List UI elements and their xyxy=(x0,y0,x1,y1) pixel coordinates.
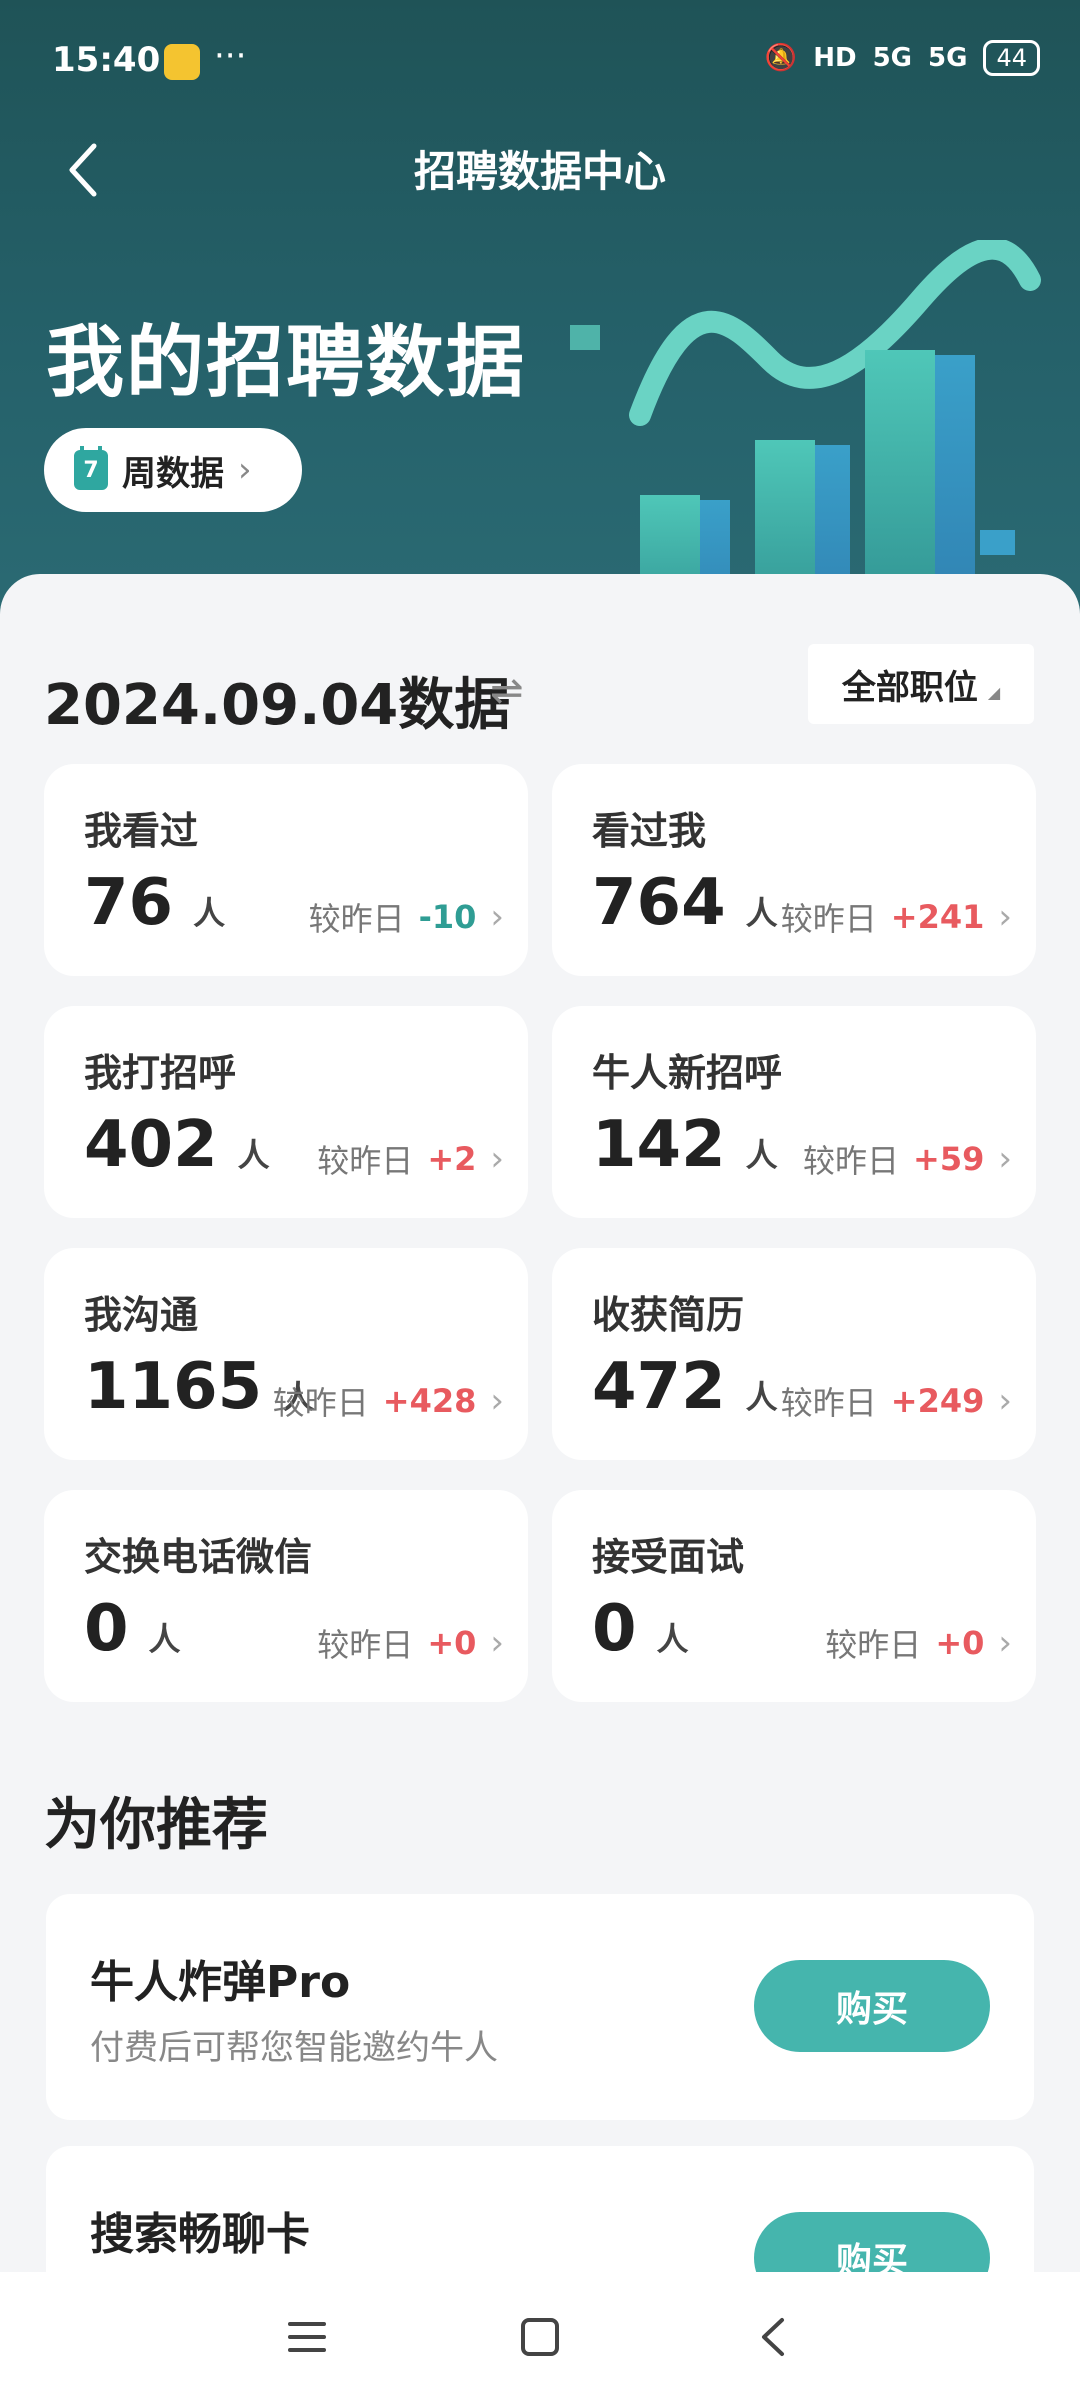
stat-value: 402 人 xyxy=(84,1108,270,1182)
chevron-right-icon: › xyxy=(998,1381,1012,1421)
stat-label: 看过我 xyxy=(592,809,707,853)
stat-value: 76 人 xyxy=(84,866,226,940)
stat-compare: 较昨日 +2 › xyxy=(317,1139,504,1180)
header-hero: 15:40 ··· 🔕 HD 5G 5G 44 招聘数据中心 我的招聘数据 7 … xyxy=(0,0,1080,640)
app-notification-icon xyxy=(164,44,200,80)
calendar-icon: 7 xyxy=(74,446,108,490)
product-name: 搜索畅聊卡 xyxy=(90,2209,310,2260)
stat-delta: +249 xyxy=(890,1382,985,1420)
stat-card-viewed[interactable]: 我看过 76 人 较昨日 -10 › xyxy=(44,764,528,976)
stat-value: 764 人 xyxy=(592,866,778,940)
recommend-card[interactable]: 牛人炸弹Pro 付费后可帮您智能邀约牛人 购买 xyxy=(46,1894,1034,2120)
stat-delta: -10 xyxy=(418,898,477,936)
chevron-right-icon: › xyxy=(998,897,1012,937)
stat-label: 我打招呼 xyxy=(84,1051,237,1095)
triangle-down-icon: ◢ xyxy=(987,682,1001,702)
signal-5g-icon: 5G xyxy=(872,43,913,73)
stat-value: 472 人 xyxy=(592,1350,778,1424)
hd-icon: HD xyxy=(813,43,857,73)
date-label: 2024.09.04数据 xyxy=(44,673,511,738)
stat-compare: 较昨日 +249 › xyxy=(780,1381,1012,1422)
stat-compare: 较昨日 +428 › xyxy=(272,1381,504,1422)
chevron-right-icon: › xyxy=(998,1623,1012,1663)
battery-icon: 44 xyxy=(983,40,1040,76)
chevron-right-icon: › xyxy=(238,450,252,490)
more-notifications-icon: ··· xyxy=(214,36,247,76)
job-filter-dropdown[interactable]: 全部职位 ◢ xyxy=(808,644,1034,724)
stat-card-viewed-me[interactable]: 看过我 764 人 较昨日 +241 › xyxy=(552,764,1036,976)
signal-5g-icon: 5G xyxy=(928,43,968,73)
status-bar: 15:40 ··· 🔕 HD 5G 5G 44 xyxy=(52,36,1040,88)
stat-delta: +0 xyxy=(935,1624,985,1662)
stat-card-communicated[interactable]: 我沟通 1165 人 较昨日 +428 › xyxy=(44,1248,528,1460)
stat-label: 我沟通 xyxy=(84,1293,199,1337)
back-icon[interactable] xyxy=(750,2312,800,2362)
stat-card-greeted[interactable]: 我打招呼 402 人 较昨日 +2 › xyxy=(44,1006,528,1218)
stat-delta: +428 xyxy=(382,1382,477,1420)
product-name: 牛人炸弹Pro xyxy=(90,1957,351,2008)
product-desc: 付费后可帮您智能邀约牛人 xyxy=(90,2028,498,2068)
menu-icon[interactable] xyxy=(282,2312,332,2362)
chevron-right-icon: › xyxy=(490,897,504,937)
stat-compare: 较昨日 +241 › xyxy=(780,897,1012,938)
stat-compare: 较昨日 +0 › xyxy=(317,1623,504,1664)
stat-label: 接受面试 xyxy=(592,1535,745,1579)
stat-delta: +0 xyxy=(427,1624,477,1662)
stat-compare: 较昨日 +59 › xyxy=(803,1139,1012,1180)
stat-value: 0人 xyxy=(84,1592,181,1666)
stat-value: 142 人 xyxy=(592,1108,778,1182)
page-title: 招聘数据中心 xyxy=(413,147,666,196)
period-label: 周数据 xyxy=(122,453,224,494)
status-time: 15:40 xyxy=(52,40,161,80)
chevron-right-icon: › xyxy=(490,1623,504,1663)
stat-label: 收获简历 xyxy=(592,1293,745,1337)
stat-label: 我看过 xyxy=(84,809,199,853)
buy-button[interactable]: 购买 xyxy=(754,1960,990,2052)
chevron-right-icon: › xyxy=(998,1139,1012,1179)
stat-delta: +59 xyxy=(913,1140,985,1178)
job-filter-label: 全部职位 xyxy=(841,667,978,708)
chevron-right-icon: › xyxy=(490,1139,504,1179)
period-selector-button[interactable]: 7 周数据 › xyxy=(44,428,302,512)
mute-icon: 🔕 xyxy=(764,43,798,73)
stat-label: 交换电话微信 xyxy=(84,1535,313,1579)
swap-icon[interactable]: ⇌ xyxy=(490,668,524,714)
stat-card-interviews[interactable]: 接受面试 0人 较昨日 +0 › xyxy=(552,1490,1036,1702)
stat-card-new-greetings[interactable]: 牛人新招呼 142 人 较昨日 +59 › xyxy=(552,1006,1036,1218)
stat-card-exchange-contact[interactable]: 交换电话微信 0人 较昨日 +0 › xyxy=(44,1490,528,1702)
stat-delta: +2 xyxy=(427,1140,477,1178)
stat-compare: 较昨日 +0 › xyxy=(825,1623,1012,1664)
chevron-right-icon: › xyxy=(490,1381,504,1421)
stat-card-resumes[interactable]: 收获简历 472 人 较昨日 +249 › xyxy=(552,1248,1036,1460)
system-nav-bar xyxy=(0,2272,1080,2403)
home-square-icon[interactable] xyxy=(515,2312,565,2362)
stat-compare: 较昨日 -10 › xyxy=(308,897,504,938)
stat-label: 牛人新招呼 xyxy=(592,1051,783,1095)
recommend-title: 为你推荐 xyxy=(44,1793,268,1858)
stat-value: 0人 xyxy=(592,1592,689,1666)
hero-title: 我的招聘数据 xyxy=(46,318,527,408)
status-right: 🔕 HD 5G 5G 44 xyxy=(765,40,1040,76)
stat-delta: +241 xyxy=(890,898,985,936)
